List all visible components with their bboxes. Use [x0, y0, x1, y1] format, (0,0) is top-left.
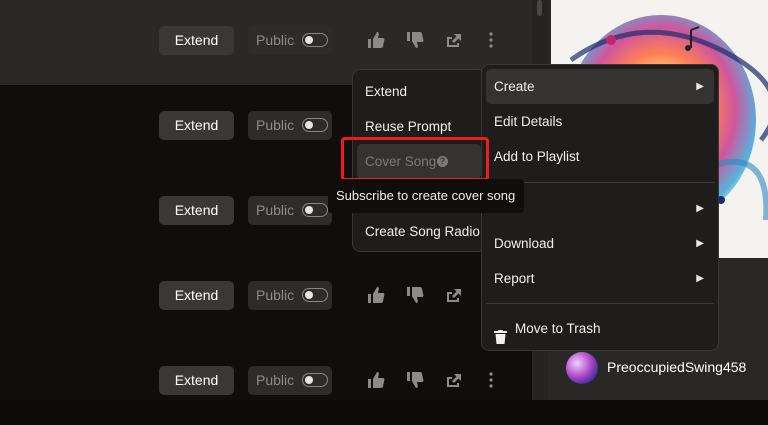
song-row[interactable]: Extend Public [0, 255, 532, 340]
highlight-box [341, 137, 489, 181]
chevron-right-icon: ▶ [696, 238, 704, 249]
scrollbar-thumb[interactable] [537, 0, 542, 16]
tooltip: Subscribe to create cover song [328, 179, 524, 213]
menu-item-create-song-radio[interactable]: Create Song Radio [353, 214, 485, 249]
song-row[interactable]: Extend Public [0, 340, 532, 425]
menu-item-extend[interactable]: Extend [353, 74, 485, 109]
extend-button[interactable]: Extend [159, 196, 234, 225]
user-info[interactable]: PreoccupiedSwing458 [566, 352, 766, 384]
more-options-icon[interactable] [482, 371, 500, 389]
menu-item-add-to-playlist[interactable]: Add to Playlist [482, 139, 718, 174]
more-options-icon[interactable] [482, 31, 500, 49]
thumbs-up-icon[interactable] [367, 371, 385, 389]
thumbs-down-icon[interactable] [406, 371, 424, 389]
public-toggle[interactable]: Public [248, 281, 332, 310]
thumbs-down-icon[interactable] [406, 286, 424, 304]
public-label: Public [256, 287, 295, 303]
public-toggle[interactable]: Public [248, 196, 332, 225]
public-toggle[interactable]: Public [248, 111, 332, 140]
extend-button[interactable]: Extend [159, 26, 234, 55]
menu-item-download[interactable]: Download ▶ [482, 226, 718, 261]
trash-icon [494, 322, 507, 344]
chevron-right-icon: ▶ [696, 81, 704, 92]
extend-button[interactable]: Extend [159, 366, 234, 395]
share-icon[interactable] [445, 286, 463, 304]
chevron-right-icon: ▶ [696, 273, 704, 284]
toggle-switch[interactable] [302, 203, 328, 217]
menu-divider [486, 303, 714, 304]
toggle-switch[interactable] [302, 118, 328, 132]
public-label: Public [256, 117, 295, 133]
thumbs-up-icon[interactable] [367, 31, 385, 49]
menu-item-create[interactable]: Create ▶ [486, 69, 714, 104]
thumbs-down-icon[interactable] [406, 31, 424, 49]
toggle-switch[interactable] [302, 33, 328, 47]
public-label: Public [256, 202, 295, 218]
menu-item-move-to-trash[interactable]: Move to Trash [482, 311, 718, 346]
toggle-switch[interactable] [302, 288, 328, 302]
chevron-right-icon: ▶ [696, 203, 704, 214]
extend-button[interactable]: Extend [159, 111, 234, 140]
extend-button[interactable]: Extend [159, 281, 234, 310]
menu-item-edit-details[interactable]: Edit Details [482, 104, 718, 139]
username[interactable]: PreoccupiedSwing458 [607, 359, 746, 375]
share-icon[interactable] [445, 31, 463, 49]
public-label: Public [256, 32, 295, 48]
toggle-switch[interactable] [302, 373, 328, 387]
menu-item-report[interactable]: Report ▶ [482, 261, 718, 296]
share-icon[interactable] [445, 371, 463, 389]
public-toggle[interactable]: Public [248, 366, 332, 395]
thumbs-up-icon[interactable] [367, 286, 385, 304]
public-toggle[interactable]: Public [248, 26, 332, 55]
avatar[interactable] [566, 352, 598, 384]
public-label: Public [256, 372, 295, 388]
